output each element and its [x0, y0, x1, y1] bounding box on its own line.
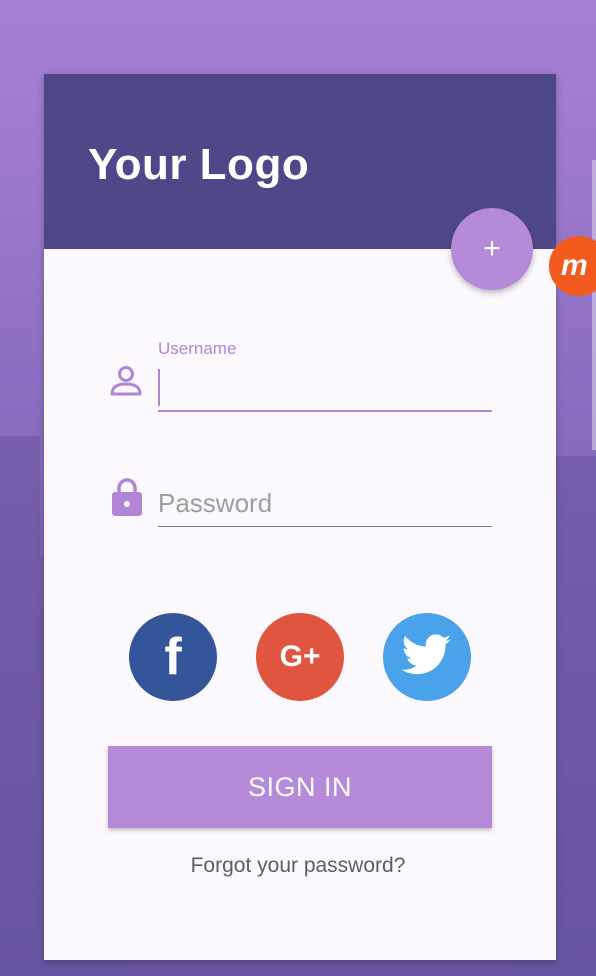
add-button[interactable]: + [451, 208, 533, 290]
twitter-icon [401, 633, 452, 681]
twitter-button[interactable] [383, 613, 471, 701]
sign-in-button[interactable]: SIGN IN [108, 746, 492, 828]
password-input[interactable] [158, 481, 492, 527]
text-caret [158, 369, 160, 406]
lock-icon [111, 477, 143, 522]
username-input[interactable] [158, 366, 492, 412]
username-label: Username [158, 339, 237, 358]
edge-handle[interactable] [592, 160, 596, 450]
forgot-password-link[interactable]: Forgot your password? [108, 854, 488, 878]
facebook-icon: f [164, 628, 182, 686]
google-plus-icon: G+ [279, 640, 321, 673]
logo-text: Your Logo [88, 140, 310, 189]
user-icon [109, 365, 143, 402]
google-plus-button[interactable]: G+ [256, 613, 344, 701]
facebook-button[interactable]: f [129, 613, 217, 701]
